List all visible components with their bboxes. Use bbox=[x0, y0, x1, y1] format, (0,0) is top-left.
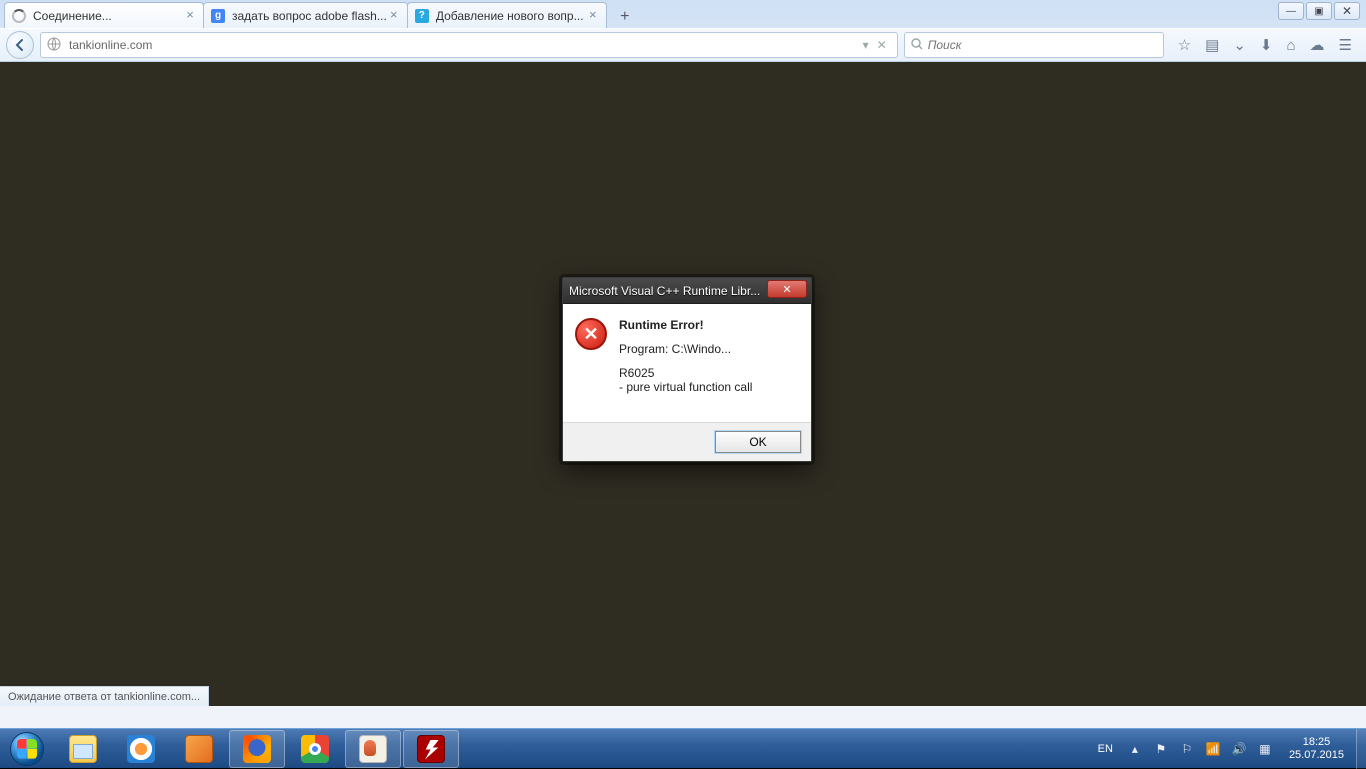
tray-chevron-icon[interactable]: ▴ bbox=[1127, 741, 1143, 757]
address-bar[interactable]: tankionline.com ▾ ✕ bbox=[40, 32, 898, 58]
maximize-button[interactable]: ▣ bbox=[1306, 2, 1332, 20]
spinner-icon bbox=[11, 8, 27, 24]
dialog-titlebar[interactable]: Microsoft Visual C++ Runtime Libr... ✕ bbox=[563, 278, 811, 304]
stop-icon[interactable]: ✕ bbox=[873, 38, 891, 52]
back-button[interactable] bbox=[6, 31, 34, 59]
taskbar-firefox[interactable] bbox=[229, 730, 285, 768]
tab-2[interactable]: g задать вопрос adobe flash... × bbox=[203, 2, 408, 28]
new-tab-button[interactable]: + bbox=[612, 6, 638, 28]
chrome-icon bbox=[301, 735, 329, 763]
tiles-icon[interactable]: ▦ bbox=[1257, 741, 1273, 757]
explorer-icon bbox=[69, 735, 97, 763]
dialog-actions: OK bbox=[563, 422, 811, 461]
tab-1[interactable]: Соединение... × bbox=[4, 2, 204, 28]
pocket-icon[interactable]: ⌄ bbox=[1233, 36, 1246, 54]
minimize-button[interactable]: — bbox=[1278, 2, 1304, 20]
firefox-icon bbox=[243, 735, 271, 763]
taskbar: EN ▴ ⚑ ⚐ 📶 🔊 ▦ 18:25 25.07.2015 bbox=[0, 728, 1366, 768]
windows-orb-icon bbox=[10, 732, 44, 766]
google-icon: g bbox=[210, 8, 226, 24]
question-icon bbox=[414, 8, 430, 24]
tab-title: задать вопрос adobe flash... bbox=[232, 9, 387, 23]
time-text: 18:25 bbox=[1289, 736, 1344, 749]
error-icon: ✕ bbox=[575, 318, 607, 350]
date-text: 25.07.2015 bbox=[1289, 749, 1344, 762]
close-window-button[interactable]: ✕ bbox=[1334, 2, 1360, 20]
mediaplayer-icon bbox=[127, 735, 155, 763]
taskbar-chrome[interactable] bbox=[287, 730, 343, 768]
dialog-heading: Runtime Error! bbox=[619, 318, 752, 332]
tab-title: Соединение... bbox=[33, 9, 183, 23]
dialog-body: ✕ Runtime Error! Program: C:\Windo... R6… bbox=[563, 304, 811, 422]
tab-3[interactable]: Добавление нового вопр... × bbox=[407, 2, 607, 28]
downloads-icon[interactable]: ⬇ bbox=[1260, 36, 1273, 54]
paint-icon bbox=[359, 735, 387, 763]
security-icon[interactable]: ⚐ bbox=[1179, 741, 1195, 757]
pictures-icon bbox=[185, 735, 213, 763]
bookmark-star-icon[interactable]: ☆ bbox=[1178, 36, 1191, 54]
tab-strip: Соединение... × g задать вопрос adobe fl… bbox=[0, 0, 1366, 28]
dialog-detail: - pure virtual function call bbox=[619, 380, 752, 394]
system-tray: EN ▴ ⚑ ⚐ 📶 🔊 ▦ 18:25 25.07.2015 bbox=[1088, 736, 1356, 762]
search-box[interactable] bbox=[904, 32, 1164, 58]
flag-icon[interactable]: ⚑ bbox=[1153, 741, 1169, 757]
taskbar-paint[interactable] bbox=[345, 730, 401, 768]
tab-close-icon[interactable]: × bbox=[387, 9, 401, 23]
dialog-code: R6025 bbox=[619, 366, 654, 380]
status-bar: Ожидание ответа от tankionline.com... bbox=[0, 686, 209, 706]
toolbar-icons: ☆ ▤ ⌄ ⬇ ⌂ ☁ ☰ bbox=[1170, 36, 1360, 54]
menu-icon[interactable]: ☰ bbox=[1339, 36, 1352, 54]
tab-close-icon[interactable]: × bbox=[586, 9, 600, 23]
window-controls: — ▣ ✕ bbox=[1278, 2, 1360, 20]
language-indicator[interactable]: EN bbox=[1094, 741, 1117, 757]
show-desktop-button[interactable] bbox=[1356, 729, 1366, 769]
flash-icon bbox=[417, 735, 445, 763]
volume-icon[interactable]: 🔊 bbox=[1231, 741, 1247, 757]
url-text: tankionline.com bbox=[69, 38, 859, 52]
chat-icon[interactable]: ☁ bbox=[1310, 36, 1325, 54]
status-text: Ожидание ответа от tankionline.com... bbox=[8, 691, 200, 703]
dialog-text: Runtime Error! Program: C:\Windo... R602… bbox=[619, 318, 752, 404]
globe-icon bbox=[47, 37, 63, 53]
dialog-close-button[interactable]: ✕ bbox=[767, 280, 807, 298]
tab-close-icon[interactable]: × bbox=[183, 9, 197, 23]
ok-button[interactable]: OK bbox=[715, 431, 801, 453]
arrow-left-icon bbox=[13, 38, 27, 52]
search-input[interactable] bbox=[928, 38, 1157, 52]
error-dialog: Microsoft Visual C++ Runtime Libr... ✕ ✕… bbox=[562, 277, 812, 462]
start-button[interactable] bbox=[0, 729, 54, 769]
reading-list-icon[interactable]: ▤ bbox=[1205, 36, 1219, 54]
network-icon[interactable]: 📶 bbox=[1205, 741, 1221, 757]
dialog-program: Program: C:\Windo... bbox=[619, 342, 752, 356]
taskbar-pictures[interactable] bbox=[171, 730, 227, 768]
search-icon bbox=[911, 38, 923, 53]
taskbar-explorer[interactable] bbox=[55, 730, 111, 768]
tab-title: Добавление нового вопр... bbox=[436, 9, 586, 23]
taskbar-flash[interactable] bbox=[403, 730, 459, 768]
chevron-down-icon[interactable]: ▾ bbox=[859, 38, 873, 52]
taskbar-mediaplayer[interactable] bbox=[113, 730, 169, 768]
clock[interactable]: 18:25 25.07.2015 bbox=[1283, 736, 1350, 762]
home-icon[interactable]: ⌂ bbox=[1286, 37, 1295, 54]
nav-toolbar: tankionline.com ▾ ✕ ☆ ▤ ⌄ ⬇ ⌂ ☁ ☰ bbox=[0, 28, 1366, 62]
